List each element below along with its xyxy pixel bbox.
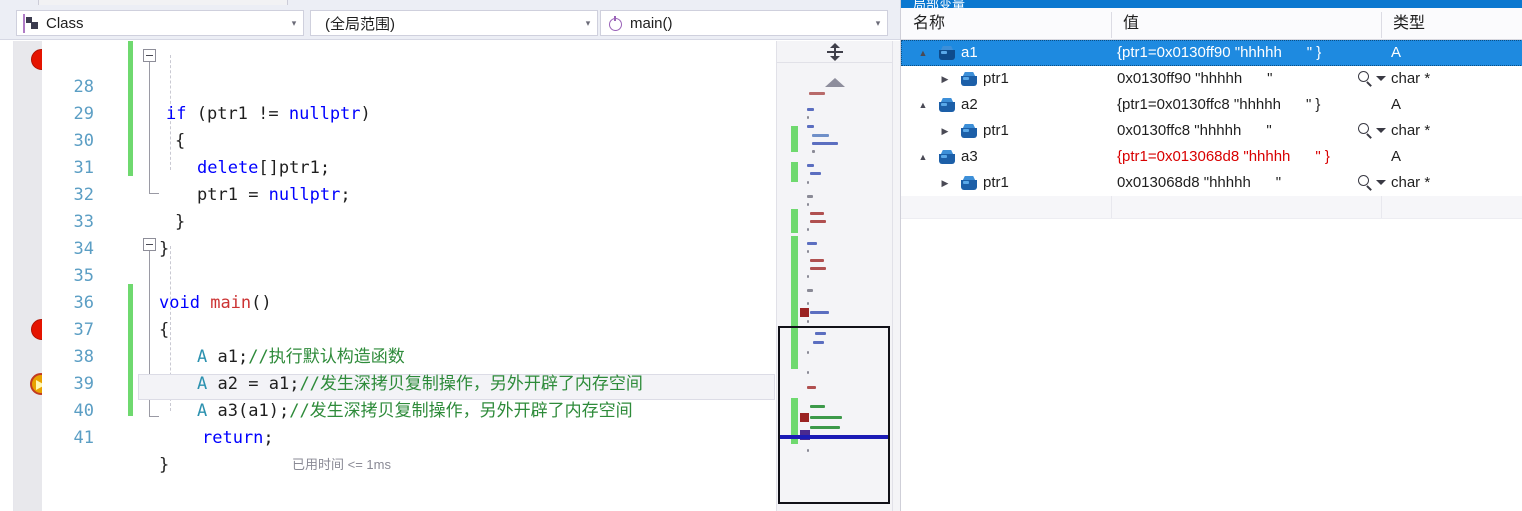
- code-line[interactable]: 36 {: [42, 263, 775, 340]
- method-icon: [607, 15, 627, 31]
- visual-studio-debug-window: Class ▾ (全局范围) ▾ main() ▾ 28 if (ptr1 !=…: [0, 0, 1522, 511]
- empty-grid-row[interactable]: [901, 196, 1522, 218]
- code-line[interactable]: 32 }: [42, 155, 775, 232]
- split-view-handle[interactable]: [777, 41, 893, 63]
- column-header-type[interactable]: 类型: [1381, 8, 1522, 40]
- editor-body: 28 if (ptr1 != nullptr) 29 { 30 delete[]…: [0, 41, 900, 511]
- column-header-name[interactable]: 名称: [901, 8, 1111, 40]
- code-line[interactable]: 29 {: [42, 74, 775, 151]
- code-line[interactable]: 37 A a1;//执行默认构造函数: [42, 290, 775, 367]
- table-row[interactable]: ▶ ptr1 0x0130ff90 "hhhhh " char *: [901, 66, 1522, 92]
- code-line[interactable]: 34: [42, 209, 775, 259]
- variable-name: ptr1: [983, 122, 1009, 139]
- scope-selector-combobox[interactable]: (全局范围) ▾: [310, 10, 598, 36]
- string-visualizer-icon[interactable]: [1356, 70, 1388, 88]
- variable-value[interactable]: {ptr1=0x0130ffc8 "hhhhh " }: [1117, 92, 1320, 118]
- class-icon: [23, 14, 43, 33]
- function-selector-combobox[interactable]: main() ▾: [600, 10, 888, 36]
- variable-value[interactable]: {ptr1=0x013068d8 "hhhhh " }: [1117, 144, 1330, 170]
- elapsed-time-annotation: 已用时间 <= 1ms: [292, 457, 391, 472]
- expander-icon[interactable]: ▲: [915, 144, 931, 170]
- code-line[interactable]: 41 }: [42, 398, 775, 475]
- object-cube-icon: [939, 97, 955, 113]
- variable-type: char *: [1391, 174, 1431, 191]
- object-cube-icon: [939, 45, 955, 61]
- code-line[interactable]: 33 }: [42, 182, 775, 259]
- table-row[interactable]: ▲ a1 {ptr1=0x0130ff90 "hhhhh " } A: [901, 40, 1522, 66]
- variable-name: a2: [961, 96, 978, 113]
- column-header-value[interactable]: 值: [1111, 8, 1381, 40]
- variable-type: A: [1391, 96, 1402, 113]
- code-line[interactable]: 39 A a3(a1);//发生深拷贝复制操作，另外开辟了内存空间: [42, 344, 775, 421]
- watch-panel-titlebar: 局部变量: [901, 0, 1522, 12]
- table-row[interactable]: ▲ a2 {ptr1=0x0130ffc8 "hhhhh " } A: [901, 92, 1522, 118]
- editor-vertical-scrollbar[interactable]: [892, 41, 900, 511]
- variable-type: A: [1391, 148, 1402, 165]
- chevron-down-icon[interactable]: ▾: [285, 18, 303, 28]
- variable-name: a1: [961, 44, 978, 61]
- expander-icon[interactable]: ▶: [937, 66, 953, 92]
- variable-value[interactable]: 0x0130ff90 "hhhhh ": [1117, 66, 1273, 92]
- code-line[interactable]: 30 delete[]ptr1;: [42, 101, 775, 178]
- variable-type: char *: [1391, 122, 1431, 139]
- variable-type: char *: [1391, 70, 1431, 87]
- object-cube-icon: [961, 175, 977, 191]
- expander-icon[interactable]: ▶: [937, 170, 953, 196]
- editor-left-strip: [0, 41, 14, 511]
- class-selector-combobox[interactable]: Class ▾: [16, 10, 304, 36]
- code-text-area[interactable]: 28 if (ptr1 != nullptr) 29 { 30 delete[]…: [42, 41, 775, 511]
- object-cube-icon: [961, 123, 977, 139]
- token-keyword-return: return: [202, 428, 264, 448]
- variable-type: A: [1391, 44, 1402, 61]
- table-row[interactable]: ▲ a3 {ptr1=0x013068d8 "hhhhh " } A: [901, 144, 1522, 170]
- variable-name: a3: [961, 148, 978, 165]
- editor-navigation-bar: Class ▾ (全局范围) ▾ main() ▾: [0, 5, 900, 40]
- code-editor-pane: Class ▾ (全局范围) ▾ main() ▾ 28 if (ptr1 !=…: [0, 0, 900, 511]
- code-line[interactable]: 38 A a2 = a1;//发生深拷贝复制操作，另外开辟了内存空间: [42, 317, 775, 394]
- table-row[interactable]: ▶ ptr1 0x0130ffc8 "hhhhh " char *: [901, 118, 1522, 144]
- code-line[interactable]: 40 return; 已用时间 <= 1ms: [42, 371, 775, 472]
- minimap-column[interactable]: [776, 41, 893, 511]
- variable-name: ptr1: [983, 70, 1009, 87]
- variable-value[interactable]: 0x013068d8 "hhhhh ": [1117, 170, 1281, 196]
- breakpoint-glyph-margin[interactable]: [14, 41, 52, 511]
- grid-row-divider: [901, 218, 1522, 219]
- chevron-down-icon[interactable]: ▾: [869, 18, 887, 28]
- expander-icon[interactable]: ▶: [937, 118, 953, 144]
- code-line[interactable]: 31 ptr1 = nullptr;: [42, 128, 775, 205]
- code-line[interactable]: 35 void main(): [42, 236, 775, 313]
- class-selector-label: Class: [46, 14, 84, 32]
- object-cube-icon: [939, 149, 955, 165]
- watch-column-header: 名称 值 类型: [901, 8, 1522, 40]
- line-number: 41: [73, 428, 94, 448]
- object-cube-icon: [961, 71, 977, 87]
- expander-icon[interactable]: ▲: [915, 40, 931, 66]
- string-visualizer-icon[interactable]: [1356, 122, 1388, 140]
- table-row[interactable]: ▶ ptr1 0x013068d8 "hhhhh " char *: [901, 170, 1522, 196]
- locals-watch-panel: 局部变量 名称 值 类型 ▲ a1 {ptr1=0x0130ff90 "hhhh…: [900, 0, 1522, 511]
- variable-name: ptr1: [983, 174, 1009, 191]
- string-visualizer-icon[interactable]: [1356, 174, 1388, 192]
- code-minimap[interactable]: [777, 64, 893, 511]
- expander-icon[interactable]: ▲: [915, 92, 931, 118]
- watch-rows-container: ▲ a1 {ptr1=0x0130ff90 "hhhhh " } A ▶ ptr…: [901, 40, 1522, 511]
- variable-value[interactable]: {ptr1=0x0130ff90 "hhhhh " }: [1117, 40, 1321, 66]
- chevron-down-icon[interactable]: ▾: [579, 18, 597, 28]
- function-selector-label: main(): [630, 14, 673, 32]
- variable-value[interactable]: 0x0130ffc8 "hhhhh ": [1117, 118, 1272, 144]
- minimap-viewport-box[interactable]: [778, 326, 890, 504]
- scope-selector-label: (全局范围): [325, 15, 395, 33]
- code-line[interactable]: 28 if (ptr1 != nullptr): [42, 47, 775, 124]
